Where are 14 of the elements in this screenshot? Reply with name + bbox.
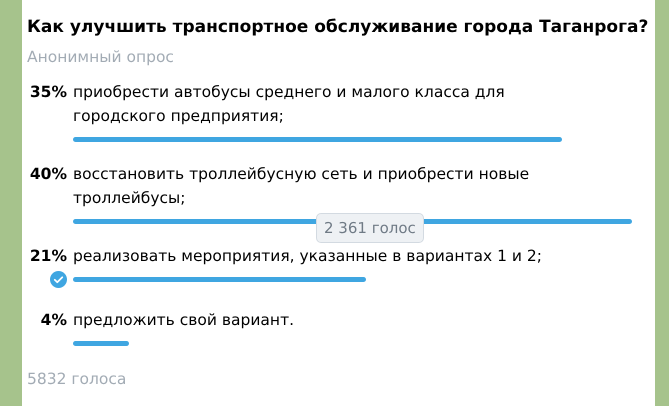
option-text: восстановить троллейбусную сеть и приобрести новые троллейбусы; — [73, 164, 530, 209]
check-icon — [50, 271, 67, 288]
option-text: приобрести автобусы среднего и малого класса для городского предприятия; — [73, 82, 506, 127]
option-percent: 40% — [30, 164, 67, 185]
option-percent: 21% — [30, 246, 67, 267]
vote-count-tooltip: 2 361 голос — [316, 213, 424, 243]
poll-question: Как улучшить транспортное обслуживание города Таганрога? — [27, 16, 650, 39]
option-text: реализовать мероприятия, указанные в вариантах 1 и 2; — [73, 246, 543, 267]
poll-type: Анонимный опрос — [27, 47, 175, 68]
option-percent: 35% — [30, 82, 67, 103]
option-percent: 4% — [40, 310, 67, 331]
result-bar — [73, 341, 129, 346]
option-text: предложить свой вариант. — [73, 310, 296, 331]
total-votes: 5832 голоса — [27, 369, 128, 390]
